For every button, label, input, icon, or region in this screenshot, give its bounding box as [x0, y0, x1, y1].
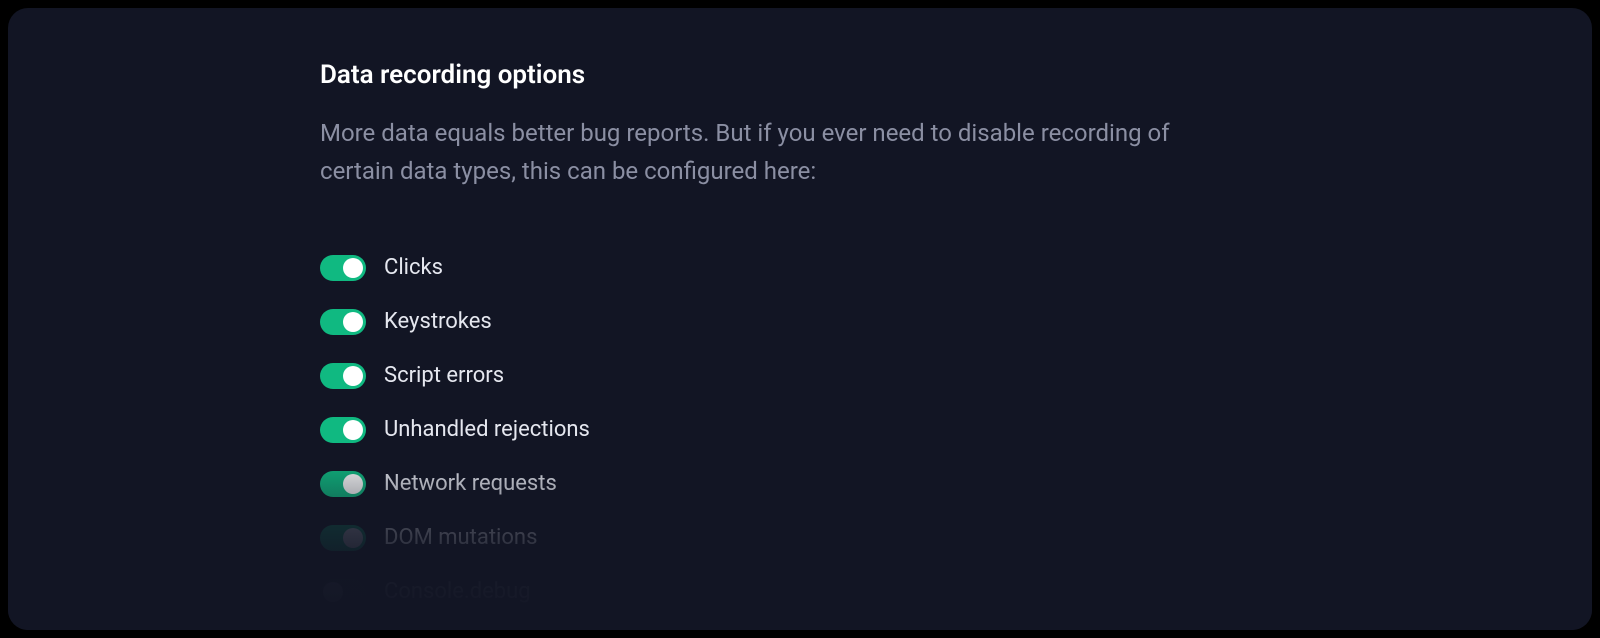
option-console-debug: Console.debug	[320, 579, 1280, 605]
toggle-dom-mutations[interactable]	[320, 525, 366, 551]
toggle-knob-icon	[343, 312, 363, 332]
option-unhandled-rejections: Unhandled rejections	[320, 417, 1280, 443]
content-area: Data recording options More data equals …	[320, 60, 1280, 605]
option-label: Console.debug	[384, 579, 531, 604]
option-script-errors: Script errors	[320, 363, 1280, 389]
options-list: Clicks Keystrokes Script errors Unhandle…	[320, 255, 1280, 605]
toggle-knob-icon	[343, 420, 363, 440]
toggle-knob-icon	[343, 528, 363, 548]
option-label: Network requests	[384, 471, 557, 496]
toggle-network-requests[interactable]	[320, 471, 366, 497]
toggle-knob-icon	[343, 474, 363, 494]
toggle-clicks[interactable]	[320, 255, 366, 281]
toggle-knob-icon	[343, 366, 363, 386]
option-label: Script errors	[384, 363, 504, 388]
toggle-keystrokes[interactable]	[320, 309, 366, 335]
option-clicks: Clicks	[320, 255, 1280, 281]
option-label: DOM mutations	[384, 525, 537, 550]
option-dom-mutations: DOM mutations	[320, 525, 1280, 551]
section-description: More data equals better bug reports. But…	[320, 114, 1220, 191]
option-label: Keystrokes	[384, 309, 492, 334]
toggle-knob-icon	[323, 582, 343, 602]
option-keystrokes: Keystrokes	[320, 309, 1280, 335]
settings-panel: Data recording options More data equals …	[8, 8, 1592, 630]
option-label: Clicks	[384, 255, 443, 280]
toggle-knob-icon	[343, 258, 363, 278]
section-title: Data recording options	[320, 60, 1280, 90]
option-network-requests: Network requests	[320, 471, 1280, 497]
option-label: Unhandled rejections	[384, 417, 590, 442]
toggle-script-errors[interactable]	[320, 363, 366, 389]
toggle-console-debug[interactable]	[320, 579, 366, 605]
toggle-unhandled-rejections[interactable]	[320, 417, 366, 443]
